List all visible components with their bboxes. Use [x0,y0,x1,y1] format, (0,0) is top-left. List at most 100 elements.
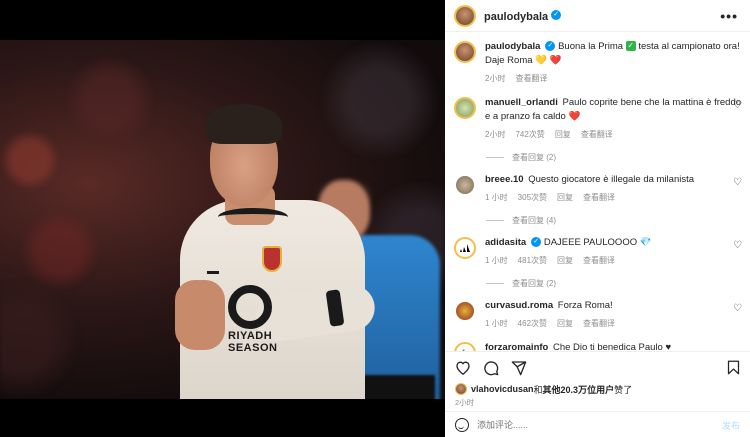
comment-time: 1 小时 [485,193,508,202]
comment-item: manuell_orlandi Paulo coprite bene che l… [454,96,750,142]
comment-meta: 1 小时 462次赞 回复 查看翻译 [485,317,741,331]
comment-emoji: ♥ [665,342,672,351]
instagram-post-viewer: RIYADH SEASON paulodybala ✓ ••• paulodyba… [0,0,750,437]
brand-logo-icon [207,264,219,274]
comment-body: forzaromainfo Che Dio ti benedica Paulo … [485,341,741,351]
adidas-logo-icon [460,244,470,252]
comment-like-heart-icon[interactable]: ♡ [733,240,742,251]
see-translation-link[interactable]: 查看翻译 [583,254,615,268]
commenter-avatar[interactable] [454,174,476,196]
comment-likes[interactable]: 305次赞 [518,191,547,205]
more-options-icon[interactable]: ••• [720,8,738,24]
comment-text: Questo giocatore è illegale da milanista [528,174,695,185]
club-crest-icon [262,246,282,272]
comment-emoji: 💎 [639,237,652,248]
bookmark-icon[interactable] [727,360,740,375]
caption-username[interactable]: paulodybala [485,41,540,52]
caption-emoji: 💛 ❤️ [535,55,562,66]
comment-likes[interactable]: 481次赞 [518,254,547,268]
player-left-arm [175,280,225,350]
comment-like-heart-icon[interactable]: ♡ [733,177,742,188]
view-replies-label[interactable]: 查看回复 (4) [512,215,556,226]
comment-item: fr forzaromainfo Che Dio ti benedica Pau… [454,341,750,351]
liked-by-others[interactable]: 其他20.3万位用户 [543,383,615,396]
liked-by: vlahovicdusan 和其他20.3万位用户 赞了 [445,383,750,395]
reply-link[interactable]: 回复 [557,254,573,268]
see-translation-link[interactable]: 查看翻译 [581,128,613,142]
comment-body: manuell_orlandi Paulo coprite bene che l… [485,96,741,142]
comment-item: adidasita ✓ DAJEEE PAULOOOO 💎 1 小时 481次赞 … [454,236,750,268]
post-caption: paulodybala ✓ Buona la Prima ✓ testa al c… [454,40,750,86]
liked-by-conj: 和 [533,384,543,395]
check-mark-emoji-icon: ✓ [625,41,636,52]
replies-divider [486,157,504,158]
comment-time: 1 小时 [485,256,508,265]
see-translation-link[interactable]: 查看翻译 [583,317,615,331]
comment-time: 1 小时 [485,319,508,328]
comment-meta: 1 小时 481次赞 回复 查看翻译 [485,254,741,268]
author-avatar[interactable] [454,41,476,63]
comment-item: curvasud.roma Forza Roma! 1 小时 462次赞 回复 … [454,299,750,331]
comment-username[interactable]: curvasud.roma [485,300,553,311]
comment-item: breee.10 Questo giocatore è illegale da … [454,173,750,205]
caption-meta: 2小时 查看翻译 [485,72,741,86]
commenter-avatar[interactable] [454,97,476,119]
comment-username[interactable]: manuell_orlandi [485,97,558,108]
post-comment-button[interactable]: 发布 [722,419,740,432]
view-replies-label[interactable]: 查看回复 (2) [512,152,556,163]
comment-body: curvasud.roma Forza Roma! 1 小时 462次赞 回复 … [485,299,741,331]
reply-link[interactable]: 回复 [557,317,573,331]
view-replies[interactable]: 查看回复 (2) [486,152,750,163]
author-username[interactable]: paulodybala [484,11,548,23]
commenter-avatar[interactable] [454,237,476,259]
comment-username[interactable]: forzaromainfo [485,342,548,351]
comment-likes[interactable]: 742次赞 [515,128,544,142]
player-hair [206,104,282,144]
replies-divider [486,283,504,284]
add-comment-input[interactable] [477,419,677,430]
comment-time: 2小时 [485,130,506,139]
liker-username[interactable]: vlahovicdusan [471,384,534,394]
replies-divider [486,220,504,221]
view-replies-label[interactable]: 查看回复 (2) [512,278,556,289]
reply-link[interactable]: 回复 [557,191,573,205]
author-avatar[interactable] [454,4,476,27]
sponsor-text: RIYADH SEASON [228,330,278,354]
see-translation-link[interactable]: 查看翻译 [515,72,547,86]
comment-likes[interactable]: 462次赞 [518,317,547,331]
comments-list[interactable]: paulodybala ✓ Buona la Prima ✓ testa al c… [445,32,750,351]
verified-icon: ✓ [545,41,556,52]
comment-text: DAJEEE PAULOOOO [543,237,638,248]
verified-icon: ✓ [531,237,542,248]
commenter-avatar[interactable]: fr [454,342,476,351]
verified-icon: ✓ [551,10,562,21]
commenter-avatar[interactable] [454,300,476,322]
liker-avatar[interactable] [455,383,467,395]
comment-like-heart-icon[interactable]: ♡ [733,100,742,111]
caption-text: Buona la Prima [558,41,624,52]
comment-username[interactable]: adidasita [485,237,526,248]
comment-meta: 1 小时 305次赞 回复 查看翻译 [485,191,741,205]
post-actions-bar [445,351,750,383]
comment-body: breee.10 Questo giocatore è illegale da … [485,173,741,205]
comment-text: Che Dio ti benedica Paulo [552,342,663,351]
view-replies[interactable]: 查看回复 (4) [486,215,750,226]
caption-body: paulodybala ✓ Buona la Prima ✓ testa al c… [485,40,741,86]
post-photo[interactable]: RIYADH SEASON [0,40,445,399]
add-comment-bar: 发布 [445,411,750,437]
comment-username[interactable]: breee.10 [485,174,524,185]
post-header: paulodybala ✓ ••• [445,0,750,32]
see-translation-link[interactable]: 查看翻译 [583,191,615,205]
heart-icon[interactable] [455,360,471,375]
comment-like-heart-icon[interactable]: ♡ [733,303,742,314]
author-name-wrap: paulodybala ✓ [484,7,562,25]
reply-link[interactable]: 回复 [555,128,571,142]
comment-body: adidasita ✓ DAJEEE PAULOOOO 💎 1 小时 481次赞 … [485,236,741,268]
share-icon[interactable] [511,360,527,376]
caption-time: 2小时 [485,74,506,83]
jersey-collar [218,208,288,226]
comment-icon[interactable] [483,360,499,376]
comment-emoji: ❤️ [568,111,581,122]
view-replies[interactable]: 查看回复 (2) [486,278,750,289]
emoji-icon[interactable] [455,417,469,432]
